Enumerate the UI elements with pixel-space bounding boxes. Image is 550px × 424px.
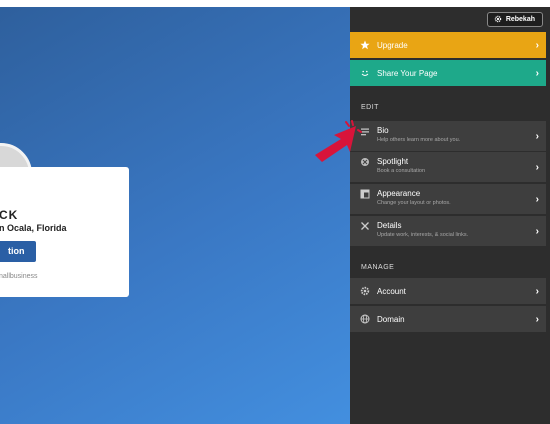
chevron-right-icon: › bbox=[535, 313, 539, 325]
bio-description: Help others learn more about you. bbox=[377, 137, 461, 143]
menu-item-domain[interactable]: Domain › bbox=[350, 306, 546, 332]
profile-tag: nallbusiness bbox=[0, 273, 38, 280]
smile-icon bbox=[360, 68, 370, 78]
chevron-right-icon: › bbox=[535, 225, 539, 237]
menu-item-spotlight[interactable]: Spotlight Book a consultation › bbox=[350, 152, 546, 182]
menu-item-details[interactable]: Details Update work, interests, & social… bbox=[350, 216, 546, 246]
profile-location: n Ocala, Florida bbox=[0, 223, 67, 233]
menu-item-bio[interactable]: Bio Help others learn more about you. › bbox=[350, 121, 546, 151]
chevron-right-icon: › bbox=[535, 285, 539, 297]
chevron-right-icon: › bbox=[535, 193, 539, 205]
spotlight-cta-button[interactable]: tion bbox=[0, 241, 36, 262]
chevron-right-icon: › bbox=[535, 39, 539, 51]
profile-preview: CK n Ocala, Florida tion nallbusiness bbox=[0, 0, 350, 424]
spotlight-label: Spotlight bbox=[377, 157, 409, 166]
details-description: Update work, interests, & social links. bbox=[377, 232, 469, 238]
profile-card: CK n Ocala, Florida tion nallbusiness bbox=[0, 167, 129, 297]
account-label: Account bbox=[377, 286, 406, 296]
profile-name: CK bbox=[0, 208, 19, 222]
menu-item-account[interactable]: Account › bbox=[350, 278, 546, 304]
bio-label: Bio bbox=[377, 126, 389, 135]
spotlight-description: Book a consultation bbox=[377, 168, 426, 174]
domain-label: Domain bbox=[377, 314, 405, 324]
chevron-right-icon: › bbox=[535, 161, 539, 173]
top-border bbox=[0, 0, 350, 7]
top-border bbox=[350, 0, 550, 7]
details-icon bbox=[360, 221, 370, 231]
details-label: Details bbox=[377, 221, 402, 230]
appearance-description: Change your layout or photos. bbox=[377, 200, 451, 206]
upgrade-button[interactable]: Upgrade › bbox=[350, 32, 546, 58]
user-menu-button[interactable]: Rebekah bbox=[486, 12, 543, 27]
share-page-button[interactable]: Share Your Page › bbox=[350, 60, 546, 86]
gear-icon bbox=[360, 286, 370, 296]
editor-panel: Rebekah Upgrade › Share Your Page › EDIT… bbox=[350, 0, 550, 424]
edit-section-heading: EDIT bbox=[361, 104, 379, 111]
appearance-label: Appearance bbox=[377, 189, 421, 198]
upgrade-label: Upgrade bbox=[377, 40, 408, 50]
chevron-right-icon: › bbox=[535, 130, 539, 142]
menu-item-appearance[interactable]: Appearance Change your layout or photos.… bbox=[350, 184, 546, 214]
gear-icon bbox=[494, 15, 502, 25]
manage-section-heading: MANAGE bbox=[361, 264, 395, 271]
star-icon bbox=[360, 40, 370, 50]
appearance-icon bbox=[360, 189, 370, 199]
chevron-right-icon: › bbox=[535, 67, 539, 79]
user-name: Rebekah bbox=[505, 16, 535, 23]
pointer-arrow-icon bbox=[312, 120, 362, 166]
globe-icon bbox=[360, 314, 370, 324]
share-label: Share Your Page bbox=[377, 68, 438, 78]
